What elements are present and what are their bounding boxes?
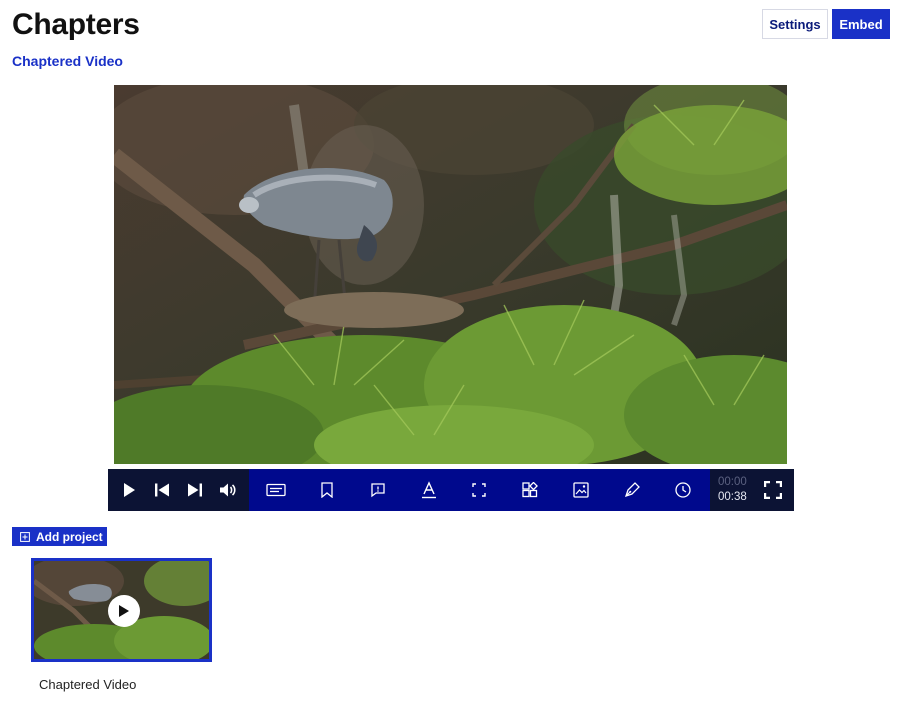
play-overlay-icon[interactable] [108,595,140,627]
transcript-icon[interactable] [263,477,289,503]
add-project-label: Add project [36,529,103,544]
project-card-label: Chaptered Video [39,677,137,692]
video-player[interactable] [114,85,787,464]
text-icon[interactable] [416,477,442,503]
bookmark-icon[interactable] [314,477,340,503]
widgets-icon[interactable] [517,477,543,503]
settings-button[interactable]: Settings [762,9,828,39]
video-title-link[interactable]: Chaptered Video [12,53,123,69]
video-controls: 00:00 00:38 [108,469,794,511]
clock-icon[interactable] [670,477,696,503]
draw-icon[interactable] [619,477,645,503]
play-icon[interactable] [116,477,142,503]
chapter-tools [249,469,710,511]
image-icon[interactable] [568,477,594,503]
time-and-fullscreen: 00:00 00:38 [710,469,794,511]
playback-controls [108,469,249,511]
add-project-button[interactable]: Add project [12,527,107,546]
total-time: 00:38 [718,491,747,503]
page-title: Chapters [12,8,140,41]
time-display: 00:00 00:38 [718,475,747,505]
crop-icon[interactable] [466,477,492,503]
volume-icon[interactable] [215,477,241,503]
video-frame-image [114,85,787,464]
current-time: 00:00 [718,476,747,488]
comment-icon[interactable] [365,477,391,503]
previous-chapter-icon[interactable] [149,477,175,503]
add-icon [20,531,30,542]
embed-button[interactable]: Embed [832,9,890,39]
next-chapter-icon[interactable] [182,477,208,503]
project-card[interactable] [31,558,212,662]
fullscreen-icon[interactable] [760,477,786,503]
